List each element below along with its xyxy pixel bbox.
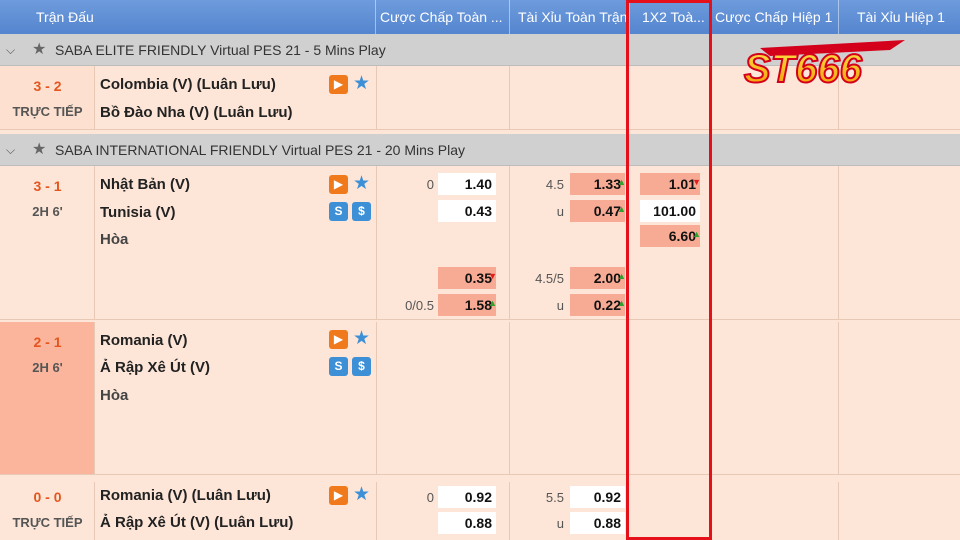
match-row: 0 - 0 TRỰC TIẾP Romania (V) (Luân Lưu) Ả… bbox=[0, 482, 960, 540]
live-stream-icon[interactable]: ▶ bbox=[329, 330, 348, 349]
header-match[interactable]: Trận Đấu bbox=[0, 0, 375, 34]
under-label: u bbox=[556, 516, 564, 531]
odds-under[interactable]: 0.47 ▲ bbox=[570, 200, 626, 222]
match-row: 3 - 1 2H 6' Nhật Bản (V) Tunisia (V) Hòa… bbox=[0, 166, 960, 320]
home-team[interactable]: Romania (V) (Luân Lưu) bbox=[100, 487, 271, 504]
odds-handicap-away[interactable]: 0.43 bbox=[438, 200, 496, 222]
cashout-icon[interactable]: $ bbox=[352, 202, 371, 221]
header-handicap-full[interactable]: Cược Chấp Toàn ... bbox=[375, 0, 509, 34]
odds-under[interactable]: 0.88 bbox=[570, 512, 625, 534]
league-header[interactable]: ⌵ ★ SABA INTERNATIONAL FRIENDLY Virtual … bbox=[0, 134, 960, 166]
favorite-star-icon[interactable]: ★ bbox=[352, 485, 371, 504]
odds-down-icon: ▼ bbox=[692, 177, 701, 187]
stats-icon[interactable]: S bbox=[329, 357, 348, 376]
odds-over[interactable]: 0.92 bbox=[570, 486, 625, 508]
odds-1x2-away[interactable]: 101.00 bbox=[640, 200, 700, 222]
match-status: TRỰC TIẾP bbox=[12, 515, 83, 530]
odds-over-alt[interactable]: 2.00 ▲ bbox=[570, 267, 626, 289]
match-score: 3 - 1 bbox=[33, 178, 62, 194]
live-stream-icon[interactable]: ▶ bbox=[329, 175, 348, 194]
league-name: SABA ELITE FRIENDLY Virtual PES 21 - 5 M… bbox=[55, 42, 386, 58]
favorite-star-icon[interactable]: ★ bbox=[352, 74, 371, 93]
st666-logo: ST666 bbox=[743, 40, 905, 92]
live-stream-icon[interactable]: ▶ bbox=[329, 486, 348, 505]
odds-up-icon: ▲ bbox=[617, 177, 626, 187]
under-label-alt: u bbox=[556, 298, 564, 313]
match-score: 2 - 1 bbox=[33, 334, 62, 350]
handicap-line: 0 bbox=[426, 490, 434, 505]
table-header: Trận Đấu Cược Chấp Toàn ... Tài Xỉu Toàn… bbox=[0, 0, 960, 34]
teams-cell: Colombia (V) (Luân Lưu) Bồ Đào Nha (V) (… bbox=[95, 66, 377, 129]
draw-label: Hòa bbox=[100, 387, 129, 404]
ou-line: 5.5 bbox=[545, 490, 564, 505]
logo-text: ST666 bbox=[744, 47, 863, 91]
teams-cell: Romania (V) (Luân Lưu) Ả Rập Xê Út (V) (… bbox=[95, 482, 377, 540]
header-ou-half[interactable]: Tài Xỉu Hiệp 1 bbox=[838, 0, 960, 34]
handicap-line-alt: 0/0.5 bbox=[405, 298, 434, 313]
handicap-line: 0 bbox=[426, 177, 434, 192]
score-cell: 0 - 0 TRỰC TIẾP bbox=[0, 482, 95, 540]
away-team[interactable]: Bồ Đào Nha (V) (Luân Lưu) bbox=[100, 104, 293, 121]
odds-1x2-home[interactable]: 1.01 ▼ bbox=[640, 173, 701, 195]
league-name: SABA INTERNATIONAL FRIENDLY Virtual PES … bbox=[55, 142, 466, 158]
score-cell: 2 - 1 2H 6' bbox=[0, 322, 95, 474]
chevron-down-icon[interactable]: ⌵ bbox=[6, 34, 15, 66]
teams-cell: Nhật Bản (V) Tunisia (V) Hòa ▶ ★ S $ bbox=[95, 166, 377, 319]
under-label: u bbox=[556, 204, 564, 219]
odds-up-icon: ▲ bbox=[617, 204, 626, 214]
odds-up-icon: ▲ bbox=[488, 298, 497, 308]
match-score: 0 - 0 bbox=[33, 489, 62, 505]
league-star-icon[interactable]: ★ bbox=[32, 34, 46, 66]
header-1x2-full[interactable]: 1X2 Toà... bbox=[629, 0, 710, 34]
match-row: 2 - 1 2H 6' Romania (V) Ả Rập Xê Út (V) … bbox=[0, 322, 960, 475]
odds-handicap-away[interactable]: 0.88 bbox=[438, 512, 496, 534]
cashout-icon[interactable]: $ bbox=[352, 357, 371, 376]
odds-over[interactable]: 1.33 ▲ bbox=[570, 173, 626, 195]
ou-line: 4.5 bbox=[545, 177, 564, 192]
league-star-icon[interactable]: ★ bbox=[32, 134, 46, 166]
header-ou-full[interactable]: Tài Xỉu Toàn Trận bbox=[509, 0, 629, 34]
header-handicap-half[interactable]: Cược Chấp Hiệp 1 bbox=[710, 0, 838, 34]
favorite-star-icon[interactable]: ★ bbox=[352, 329, 371, 348]
home-team[interactable]: Colombia (V) (Luân Lưu) bbox=[100, 76, 276, 93]
match-status: 2H 6' bbox=[32, 360, 63, 375]
score-cell: 3 - 1 2H 6' bbox=[0, 166, 95, 319]
odds-up-icon: ▲ bbox=[617, 271, 626, 281]
odds-handicap-away-alt[interactable]: 1.58 ▲ bbox=[438, 294, 497, 316]
score-cell: 3 - 2 TRỰC TIẾP bbox=[0, 66, 95, 129]
odds-up-icon: ▲ bbox=[617, 298, 626, 308]
chevron-down-icon[interactable]: ⌵ bbox=[6, 134, 15, 166]
match-status: 2H 6' bbox=[32, 204, 63, 219]
odds-handicap-home[interactable]: 1.40 bbox=[438, 173, 496, 195]
live-stream-icon[interactable]: ▶ bbox=[329, 75, 348, 94]
ou-line-alt: 4.5/5 bbox=[535, 271, 564, 286]
stats-icon[interactable]: S bbox=[329, 202, 348, 221]
draw-label: Hòa bbox=[100, 231, 129, 248]
favorite-star-icon[interactable]: ★ bbox=[352, 174, 371, 193]
match-status: TRỰC TIẾP bbox=[12, 104, 83, 119]
home-team[interactable]: Romania (V) bbox=[100, 332, 188, 349]
away-team[interactable]: Ả Rập Xê Út (V) bbox=[100, 359, 210, 376]
away-team[interactable]: Tunisia (V) bbox=[100, 204, 176, 221]
odds-up-icon: ▲ bbox=[692, 229, 701, 239]
odds-handicap-home-alt[interactable]: 0.35 ▼ bbox=[438, 267, 497, 289]
match-score: 3 - 2 bbox=[33, 78, 62, 94]
home-team[interactable]: Nhật Bản (V) bbox=[100, 176, 190, 193]
odds-under-alt[interactable]: 0.22 ▲ bbox=[570, 294, 626, 316]
away-team[interactable]: Ả Rập Xê Út (V) (Luân Lưu) bbox=[100, 514, 293, 531]
odds-1x2-draw[interactable]: 6.60 ▲ bbox=[640, 225, 701, 247]
teams-cell: Romania (V) Ả Rập Xê Út (V) Hòa ▶ ★ S $ bbox=[95, 322, 377, 474]
odds-down-icon: ▼ bbox=[488, 271, 497, 281]
odds-handicap-home[interactable]: 0.92 bbox=[438, 486, 496, 508]
